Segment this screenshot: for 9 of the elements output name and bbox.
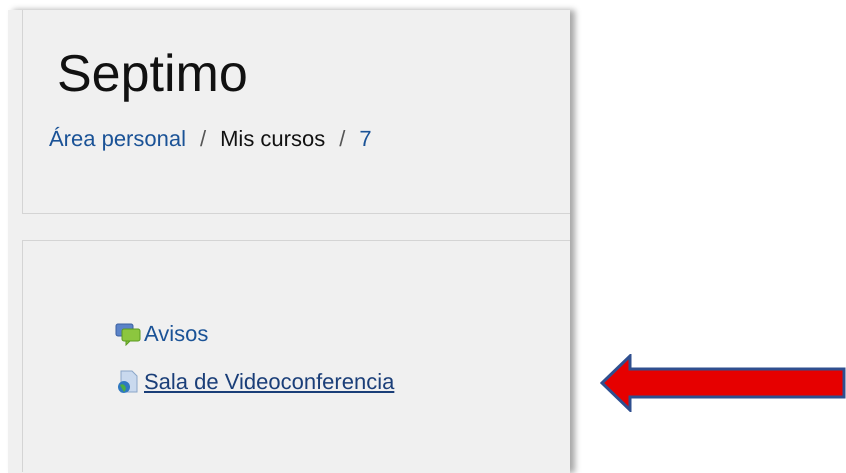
activity-link[interactable]: Avisos — [144, 321, 208, 347]
activity-link[interactable]: Sala de Videoconferencia — [144, 369, 394, 395]
breadcrumb-link[interactable]: 7 — [359, 126, 372, 152]
breadcrumb-item: Mis cursos — [220, 126, 326, 152]
breadcrumb-separator: / — [200, 126, 206, 152]
breadcrumb-link[interactable]: Área personal — [49, 126, 186, 152]
course-title: Septimo — [57, 44, 249, 105]
breadcrumb-separator: / — [339, 126, 346, 152]
chat-bubbles-icon — [115, 322, 141, 346]
